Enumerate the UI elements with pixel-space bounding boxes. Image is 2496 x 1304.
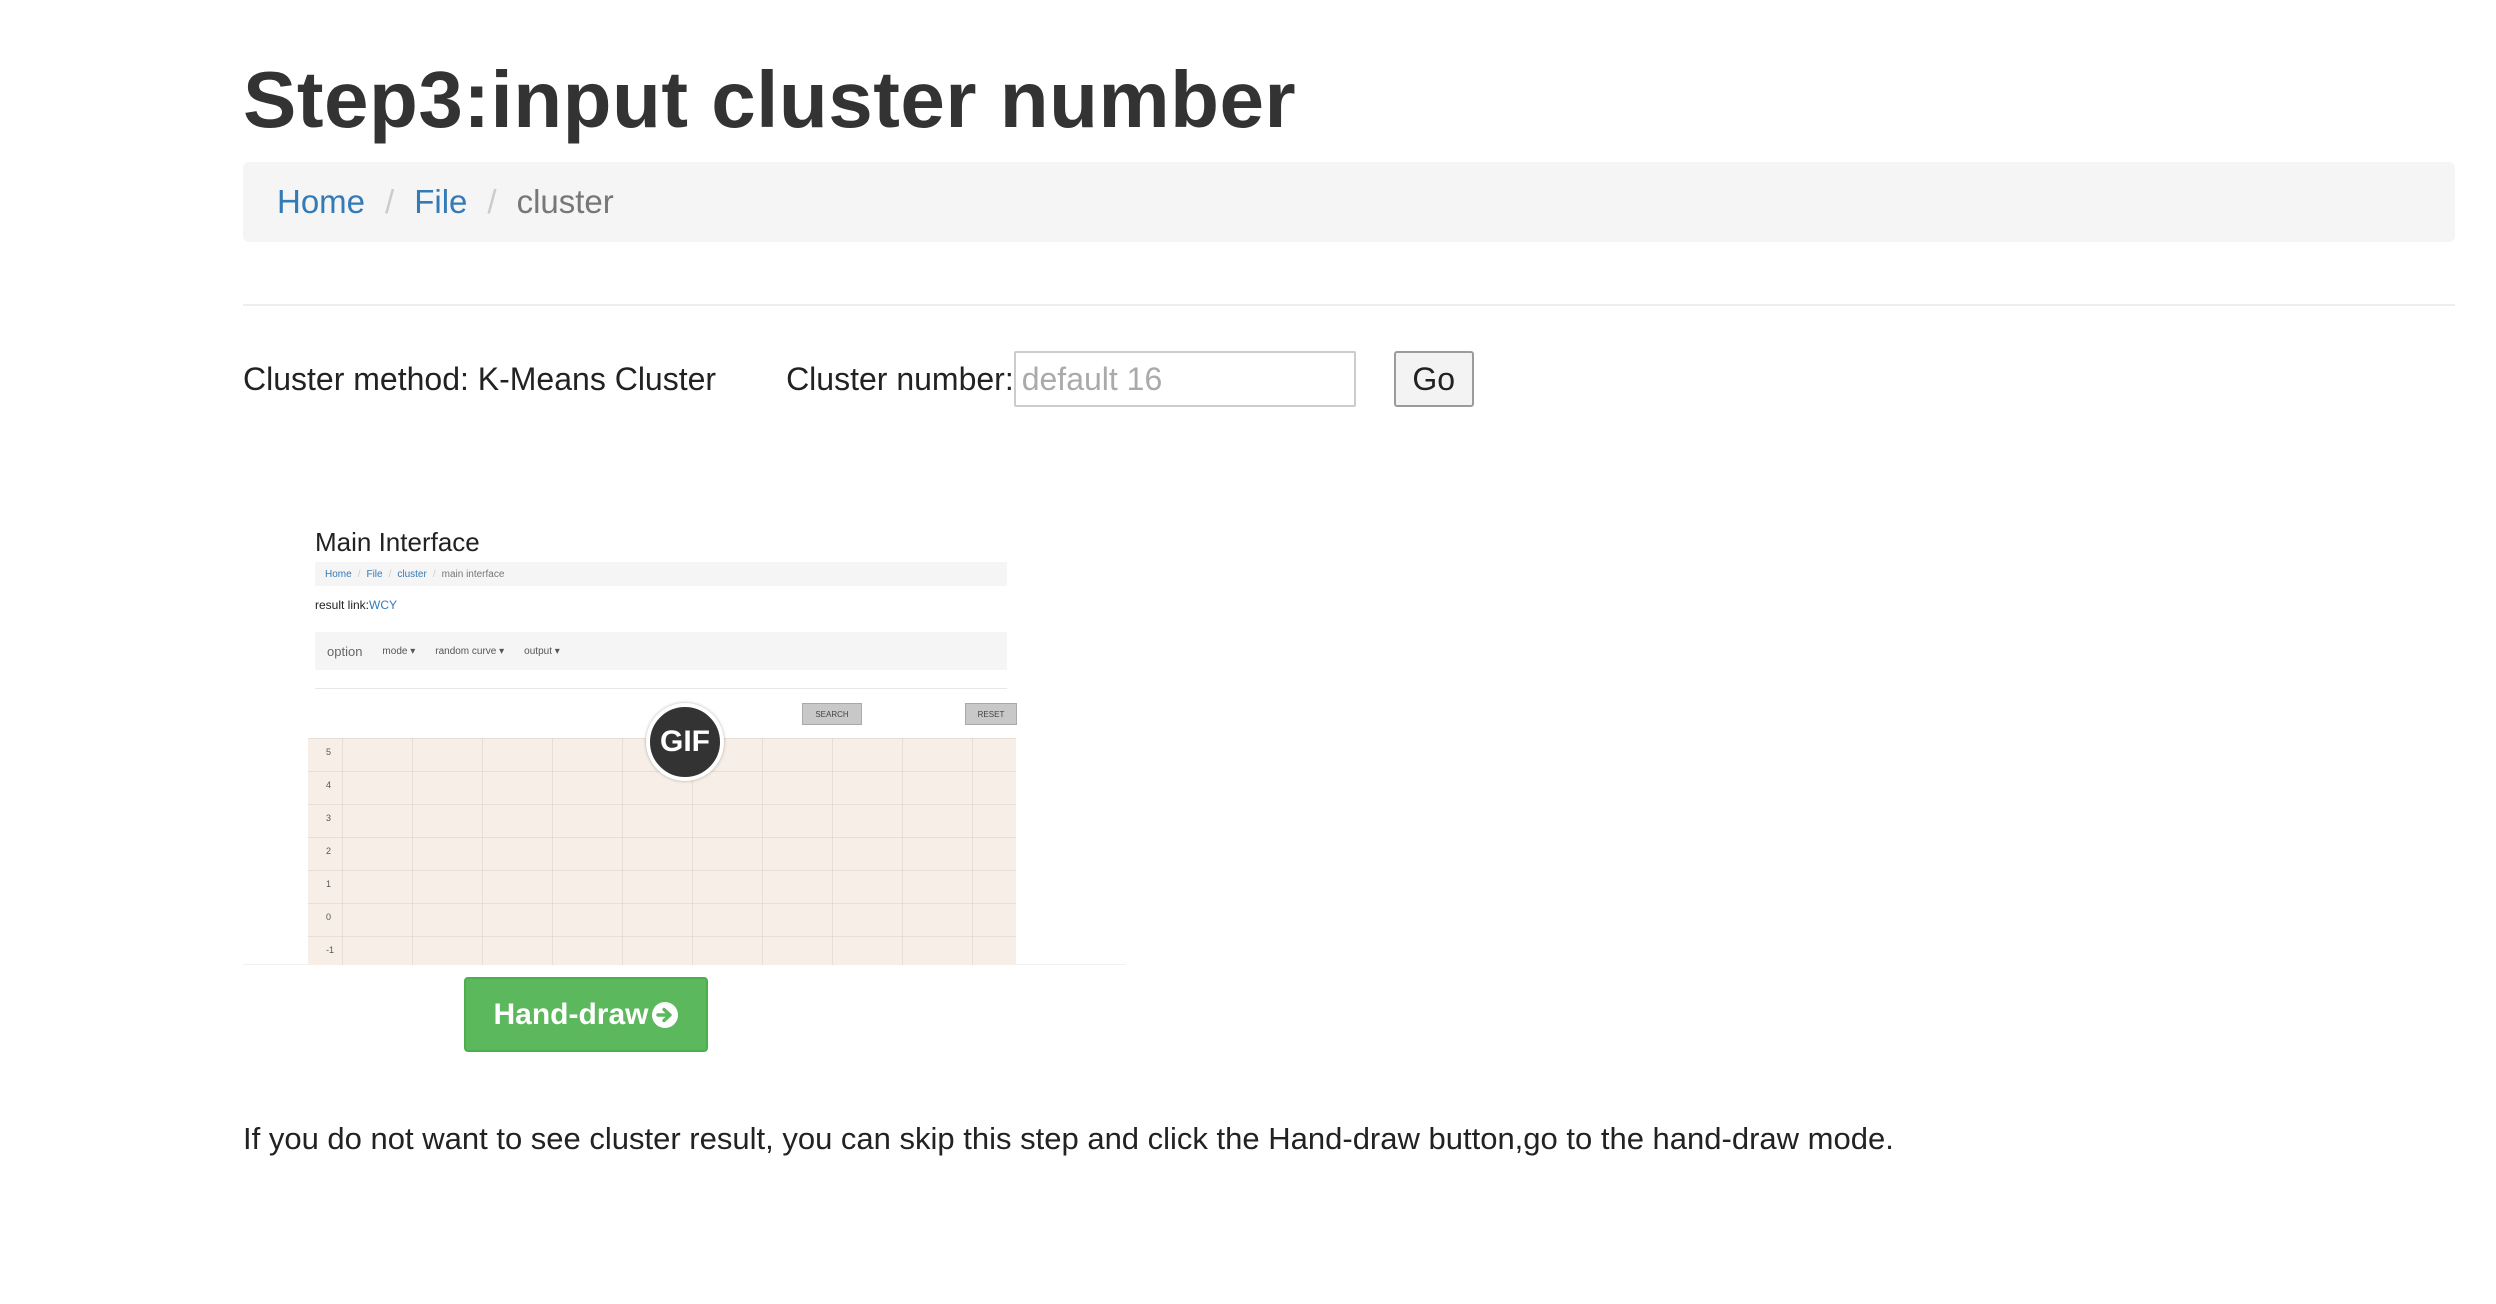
preview-breadcrumb-separator: / [432, 568, 436, 580]
breadcrumb: Home / File / cluster [243, 162, 2455, 242]
preview-breadcrumb: Home / File / cluster / main interface [315, 562, 1007, 586]
circle-arrow-right-icon [651, 1001, 679, 1029]
cluster-form: Cluster method: K-Means Cluster Cluster … [243, 351, 1474, 407]
preview-y-tick: 4 [326, 780, 332, 790]
preview-y-tick: 3 [326, 813, 332, 823]
preview-dropdown-random-curve: random curve ▾ [435, 645, 505, 657]
preview-result-label: result link: [315, 598, 370, 612]
preview-result-value: WCY [369, 598, 398, 612]
breadcrumb-separator: / [487, 183, 497, 220]
hand-draw-button[interactable]: Hand-draw [464, 977, 708, 1052]
preview-result-link: result link:WCY [315, 598, 397, 612]
preview-y-tick: 5 [326, 747, 332, 757]
preview-dropdown-mode: mode ▾ [382, 645, 416, 657]
breadcrumb-home-link[interactable]: Home [277, 183, 365, 221]
preview-divider [315, 688, 1007, 689]
preview-y-tick: 1 [326, 879, 332, 889]
preview-option-label: option [327, 643, 363, 659]
breadcrumb-current: cluster [516, 183, 614, 220]
preview-reset-button: RESET [965, 703, 1017, 725]
skip-instruction-text: If you do not want to see cluster result… [243, 1121, 1894, 1156]
preview-breadcrumb-separator: / [357, 568, 361, 580]
preview-breadcrumb-separator: / [388, 568, 392, 580]
preview-option-bar: option mode ▾ random curve ▾ output ▾ [315, 632, 1007, 670]
breadcrumb-file-link[interactable]: File [414, 183, 467, 221]
gif-preview-image[interactable]: Main Interface Home / File / cluster / m… [243, 510, 1126, 965]
preview-breadcrumb-current: main interface [441, 568, 505, 580]
preview-search-button: SEARCH [802, 703, 862, 725]
preview-y-tick: 2 [326, 846, 332, 856]
preview-breadcrumb-item: cluster [397, 568, 427, 580]
preview-y-tick: -1 [326, 945, 335, 955]
page-title: Step3:input cluster number [243, 55, 1297, 144]
cluster-method-text: Cluster method: K-Means Cluster [243, 360, 717, 397]
gif-play-badge[interactable]: GIF [646, 703, 724, 781]
preview-title: Main Interface [315, 527, 480, 557]
preview-breadcrumb-item: Home [325, 568, 352, 580]
cluster-number-label: Cluster number: [786, 360, 1014, 397]
preview-dropdown-output: output ▾ [524, 645, 560, 657]
breadcrumb-separator: / [385, 183, 395, 220]
preview-y-tick: 0 [326, 912, 332, 922]
cluster-number-input[interactable] [1013, 351, 1356, 407]
divider [243, 304, 2455, 306]
go-button[interactable]: Go [1393, 351, 1474, 407]
preview-breadcrumb-item: File [366, 568, 383, 580]
hand-draw-label: Hand-draw [493, 997, 649, 1031]
